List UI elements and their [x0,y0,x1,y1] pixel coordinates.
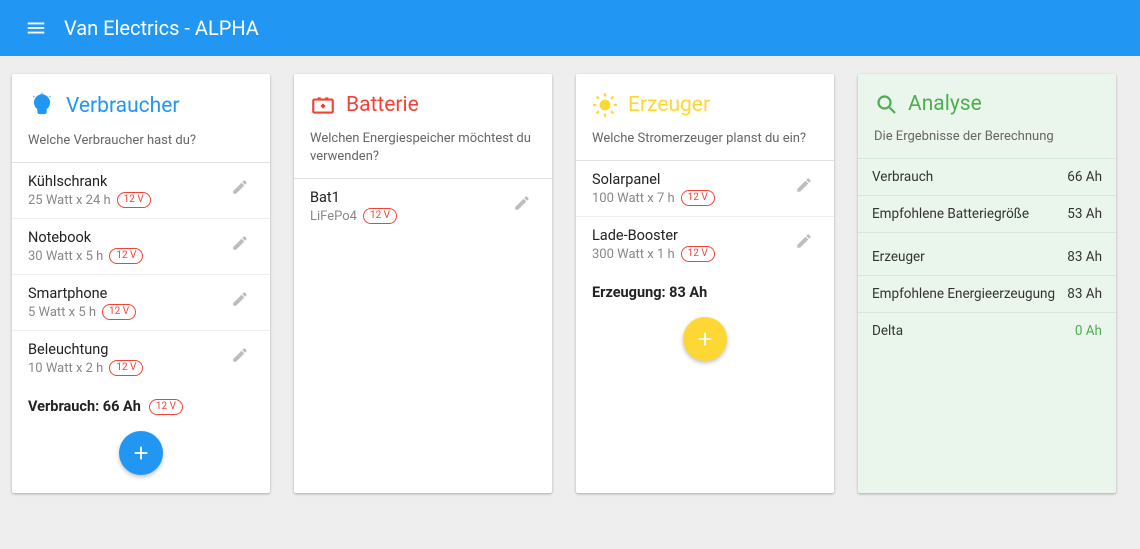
card-subtitle: Welche Verbraucher hast du? [28,132,254,150]
card-title: Batterie [346,93,419,117]
edit-button[interactable] [790,171,818,199]
analyse-row-verbrauch: Verbrauch 66 Ah [858,159,1116,196]
summary-erzeugung: Erzeugung: 83 Ah [576,272,834,311]
voltage-badge: 12 V [102,304,136,320]
card-title: Analyse [908,92,982,116]
voltage-badge: 12 V [109,248,143,264]
card-erzeuger: Erzeuger Welche Stromerzeuger planst du … [576,74,834,493]
analyse-row-erzeuger: Erzeuger 83 Ah [858,233,1116,276]
item-detail: 100 Watt x 7 h12 V [592,190,790,206]
card-title: Verbraucher [66,94,179,118]
plus-icon [130,442,152,464]
pencil-icon [795,176,813,194]
list-item[interactable]: Bat1 LiFePo412 V [294,179,552,234]
list-item[interactable]: Smartphone 5 Watt x 5 h12 V [12,275,270,331]
analyse-row-batteriegroesse: Empfohlene Batteriegröße 53 Ah [858,196,1116,233]
edit-button[interactable] [226,285,254,313]
pencil-icon [513,194,531,212]
add-erzeuger-button[interactable] [683,317,727,361]
edit-button[interactable] [790,227,818,255]
list-item[interactable]: Notebook 30 Watt x 5 h12 V [12,219,270,275]
edit-button[interactable] [226,341,254,369]
card-subtitle: Welche Stromerzeuger planst du ein? [592,130,818,148]
voltage-badge: 12 V [681,246,715,262]
item-detail: 5 Watt x 5 h12 V [28,304,226,320]
list-item[interactable]: Beleuchtung 10 Watt x 2 h12 V [12,331,270,386]
list-item[interactable]: Solarpanel 100 Watt x 7 h12 V [576,161,834,217]
analyse-row-energieerzeugung: Empfohlene Energieerzeugung 83 Ah [858,276,1116,313]
edit-button[interactable] [226,229,254,257]
card-subtitle: Welchen Energiespeicher möchtest du verw… [310,130,536,166]
item-detail: 10 Watt x 2 h12 V [28,360,226,376]
topbar: Van Electrics - ALPHA [0,0,1140,56]
list-item[interactable]: Kühlschrank 25 Watt x 24 h12 V [12,163,270,219]
pencil-icon [231,346,249,364]
pencil-icon [231,178,249,196]
voltage-badge: 12 V [149,399,183,415]
edit-button[interactable] [508,189,536,217]
item-name: Lade-Booster [592,227,790,244]
list-item[interactable]: Lade-Booster 300 Watt x 1 h12 V [576,217,834,272]
app-title: Van Electrics - ALPHA [64,16,259,40]
voltage-badge: 12 V [117,192,151,208]
item-name: Smartphone [28,285,226,302]
item-detail: 25 Watt x 24 h12 V [28,192,226,208]
sun-icon [592,92,618,118]
card-analyse: Analyse Die Ergebnisse der Berechnung Ve… [858,74,1116,493]
card-title: Erzeuger [628,93,710,117]
bulb-icon [28,92,56,120]
item-detail: 300 Watt x 1 h12 V [592,246,790,262]
item-detail: 30 Watt x 5 h12 V [28,248,226,264]
card-subtitle: Die Ergebnisse der Berechnung [874,128,1100,146]
card-verbraucher: Verbraucher Welche Verbraucher hast du? … [12,74,270,493]
item-name: Kühlschrank [28,173,226,190]
card-batterie: Batterie Welchen Energiespeicher möchtes… [294,74,552,493]
pencil-icon [231,290,249,308]
plus-icon [694,328,716,350]
pencil-icon [795,232,813,250]
item-name: Notebook [28,229,226,246]
voltage-badge: 12 V [109,360,143,376]
voltage-badge: 12 V [681,190,715,206]
item-name: Beleuchtung [28,341,226,358]
summary-verbrauch: Verbrauch: 66 Ah 12 V [12,386,270,425]
item-name: Bat1 [310,189,508,206]
analyse-row-delta: Delta 0 Ah [858,313,1116,349]
board: Verbraucher Welche Verbraucher hast du? … [0,56,1140,511]
item-name: Solarpanel [592,171,790,188]
search-icon [874,92,898,116]
battery-icon [310,92,336,118]
voltage-badge: 12 V [363,208,397,224]
edit-button[interactable] [226,173,254,201]
add-verbraucher-button[interactable] [119,431,163,475]
hamburger-icon [25,17,47,39]
pencil-icon [231,234,249,252]
menu-button[interactable] [16,8,56,48]
item-detail: LiFePo412 V [310,208,508,224]
